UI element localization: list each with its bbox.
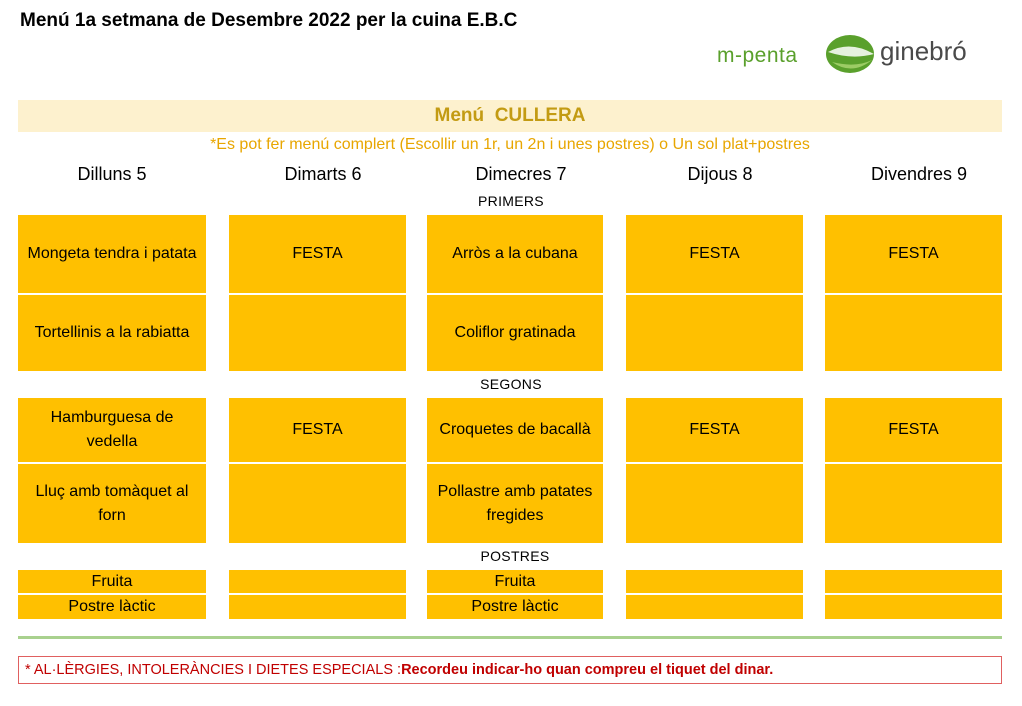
day-header-tuesday: Dimarts 6 [284, 164, 362, 184]
segons-row1-wednesday: Croquetes de bacallà [427, 398, 603, 462]
allergy-message: Recordeu indicar-ho quan compreu el tiqu… [401, 662, 774, 678]
section-primers: PRIMERS [478, 193, 544, 209]
segons-row2-tuesday [229, 464, 406, 543]
day-header-friday: Divendres 9 [870, 164, 968, 184]
mpenta-logo: m-penta [717, 44, 798, 67]
primers-row1-wednesday: Arròs a la cubana [427, 215, 603, 293]
segons-row2-monday: Lluç amb tomàquet al forn [18, 464, 206, 543]
postres-row1-monday: Fruita [18, 570, 206, 593]
postres-row2-wednesday: Postre làctic [427, 595, 603, 619]
day-header-wednesday: Dimecres 7 [475, 164, 567, 184]
day-header-thursday: Dijous 8 [687, 164, 753, 184]
primers-row2-wednesday: Coliflor gratinada [427, 295, 603, 371]
segons-row1-friday: FESTA [825, 398, 1002, 462]
postres-row2-thursday [626, 595, 803, 619]
segons-row2-thursday [626, 464, 803, 543]
page-title: Menú 1a setmana de Desembre 2022 per la … [20, 10, 518, 31]
menu-note: *Es pot fer menú complert (Escollir un 1… [210, 136, 810, 153]
segons-row1-thursday: FESTA [626, 398, 803, 462]
primers-row1-friday: FESTA [825, 215, 1002, 293]
segons-row1-tuesday: FESTA [229, 398, 406, 462]
segons-row2-friday [825, 464, 1002, 543]
primers-row2-monday: Tortellinis a la rabiatta [18, 295, 206, 371]
primers-row1-monday: Mongeta tendra i patata [18, 215, 206, 293]
primers-row2-thursday [626, 295, 803, 371]
divider [18, 636, 1002, 639]
primers-row2-tuesday [229, 295, 406, 371]
postres-row2-friday [825, 595, 1002, 619]
postres-row1-friday [825, 570, 1002, 593]
postres-row1-tuesday [229, 570, 406, 593]
postres-row1-thursday [626, 570, 803, 593]
postres-row1-wednesday: Fruita [427, 570, 603, 593]
primers-row2-friday [825, 295, 1002, 371]
postres-row2-tuesday [229, 595, 406, 619]
segons-row2-wednesday: Pollastre amb patates fregides [427, 464, 603, 543]
ginebro-logo-text: ginebró [880, 36, 967, 66]
section-segons: SEGONS [480, 376, 542, 392]
section-postres: POSTRES [480, 548, 550, 564]
day-header-monday: Dilluns 5 [77, 164, 147, 184]
postres-row2-monday: Postre làctic [18, 595, 206, 619]
primers-row1-tuesday: FESTA [229, 215, 406, 293]
allergy-label: * AL·LÈRGIES, INTOLERÀNCIES I DIETES ESP… [25, 662, 402, 678]
primers-row1-thursday: FESTA [626, 215, 803, 293]
menu-header: Menú CULLERA [18, 100, 1002, 132]
allergy-notice: * AL·LÈRGIES, INTOLERÀNCIES I DIETES ESP… [18, 656, 1002, 684]
segons-row1-monday: Hamburguesa de vedella [18, 398, 206, 462]
